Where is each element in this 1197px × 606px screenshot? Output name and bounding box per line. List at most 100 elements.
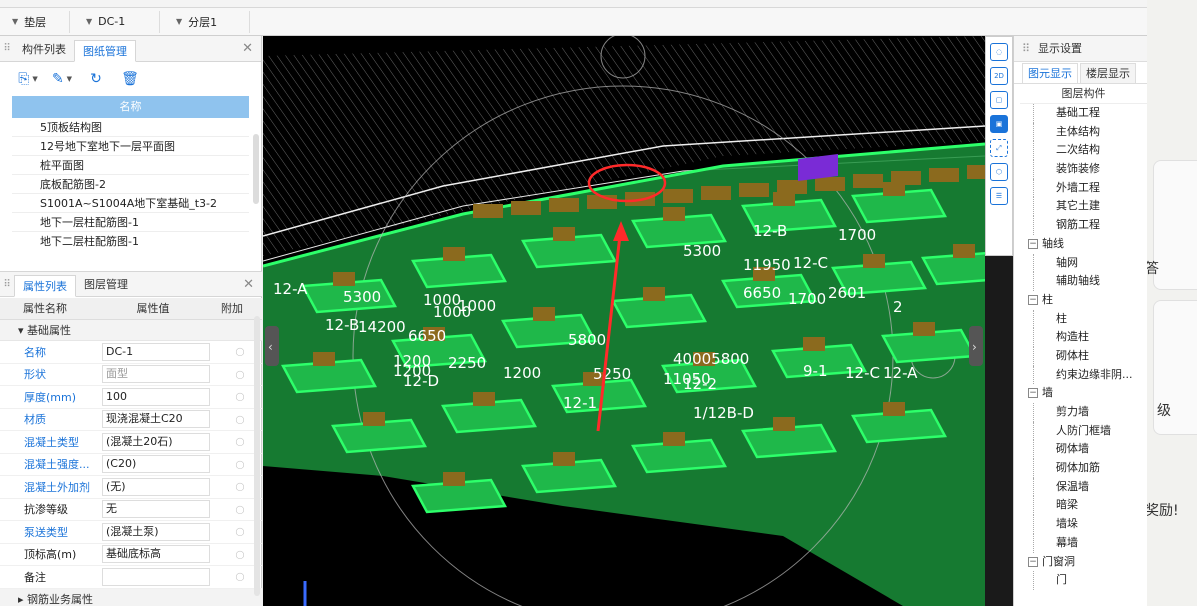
tab-drawing-management[interactable]: 图纸管理 <box>74 40 136 62</box>
attach-checkbox[interactable]: ◯ <box>224 392 256 401</box>
tree-item[interactable]: 外墙工程 <box>1020 178 1147 198</box>
list-item[interactable]: 地下二层柱配筋图-1 <box>12 232 249 248</box>
tree-item[interactable]: 基础工程 <box>1020 104 1147 123</box>
delete-drawing-button[interactable]: 🗑 <box>118 68 142 90</box>
collapse-icon[interactable]: − <box>1028 238 1038 249</box>
tree-group[interactable]: − 轴线 <box>1020 235 1147 254</box>
attach-checkbox[interactable]: ◯ <box>224 550 256 559</box>
tab-layer-management[interactable]: 图层管理 <box>76 274 136 296</box>
property-row[interactable]: 形状 面型 ◯ <box>0 364 262 386</box>
tree-item[interactable]: 轴网 <box>1020 253 1147 273</box>
property-group-basic[interactable]: ▾ 基础属性 <box>0 320 262 341</box>
tree-item[interactable]: 墙垛 <box>1020 515 1147 534</box>
component-type-select[interactable]: ▼ 垫层 <box>0 10 70 33</box>
tab-component-list[interactable]: 构件列表 <box>14 39 74 61</box>
tree-item[interactable]: 其它土建 <box>1020 197 1147 216</box>
tree-item[interactable]: 砌体柱 <box>1020 346 1147 366</box>
2d-view-icon[interactable]: 2D <box>990 67 1008 85</box>
tree-group[interactable]: − 柱 <box>1020 291 1147 310</box>
tab-element-display[interactable]: 图元显示 <box>1022 63 1078 83</box>
property-value-field[interactable]: (C20) <box>102 455 210 474</box>
add-drawing-button[interactable]: ⎘ ▼ <box>16 68 40 90</box>
property-row[interactable]: 厚度(mm) 100 ◯ <box>0 386 262 409</box>
property-row[interactable]: 备注 ◯ <box>0 566 262 589</box>
fullscreen-icon[interactable]: ⤢ <box>990 139 1008 157</box>
property-row[interactable]: 混凝土类型 (混凝土20石) ◯ <box>0 431 262 454</box>
attach-checkbox[interactable]: ◯ <box>224 572 256 581</box>
attach-checkbox[interactable]: ◯ <box>224 482 256 491</box>
drag-grip-icon[interactable]: ⠿ <box>1022 36 1030 62</box>
settings-doc-icon[interactable]: ☰ <box>990 187 1008 205</box>
attach-checkbox[interactable]: ◯ <box>224 370 256 379</box>
component-name-select[interactable]: ▼ DC-1 <box>70 10 160 33</box>
property-value-field[interactable]: (混凝土泵) <box>102 522 210 541</box>
tree-item[interactable]: 柱 <box>1020 309 1147 329</box>
property-value-field[interactable]: 100 <box>102 387 210 406</box>
tree-item[interactable]: 砌体墙 <box>1020 440 1147 459</box>
cube-view-icon[interactable]: ▣ <box>990 115 1008 133</box>
orbit-icon[interactable]: ◌ <box>990 43 1008 61</box>
attach-checkbox[interactable]: ◯ <box>224 460 256 469</box>
property-value-field[interactable]: 面型 <box>102 365 210 384</box>
3d-box-icon[interactable]: ▢ <box>990 91 1008 109</box>
attach-checkbox[interactable]: ◯ <box>224 527 256 536</box>
property-row[interactable]: 名称 DC-1 ◯ <box>0 341 262 364</box>
collapse-icon[interactable]: − <box>1028 294 1038 305</box>
tree-item[interactable]: 辅助轴线 <box>1020 272 1147 291</box>
tree-item[interactable]: 构造柱 <box>1020 328 1147 347</box>
collapse-icon[interactable]: − <box>1028 556 1038 567</box>
replace-drawing-button[interactable]: ↻ <box>84 68 108 90</box>
tree-group[interactable]: − 墙 <box>1020 384 1147 403</box>
tree-item[interactable]: 主体结构 <box>1020 122 1147 142</box>
property-value-field[interactable]: (无) <box>102 477 210 496</box>
property-row[interactable]: 混凝土外加剂 (无) ◯ <box>0 476 262 499</box>
tree-item[interactable]: 暗梁 <box>1020 496 1147 515</box>
drag-grip-icon[interactable]: ⠿ <box>0 272 14 296</box>
tree-item[interactable]: 保温墙 <box>1020 477 1147 497</box>
property-row[interactable]: 混凝土强度... (C20) ◯ <box>0 454 262 476</box>
tree-item[interactable]: 二次结构 <box>1020 141 1147 160</box>
property-scrollbar[interactable] <box>254 316 260 596</box>
property-row[interactable]: 材质 现浇混凝土C20 ◯ <box>0 409 262 431</box>
edit-drawing-button[interactable]: ✎ ▼ <box>50 68 74 90</box>
list-item[interactable]: S1001A~S1004A地下室基础_t3-2 <box>12 194 249 213</box>
list-item[interactable]: 5顶板结构图 <box>12 118 249 137</box>
property-row[interactable]: 顶标高(m) 基础底标高 ◯ <box>0 544 262 566</box>
tree-item[interactable]: 装饰装修 <box>1020 160 1147 179</box>
property-value-field[interactable]: (混凝土20石) <box>102 432 210 451</box>
list-item[interactable]: 底板配筋图-2 <box>12 175 249 194</box>
close-icon[interactable]: ✕ <box>243 277 254 292</box>
tree-item[interactable]: 人防门框墙 <box>1020 421 1147 441</box>
tree-item[interactable]: 幕墙 <box>1020 533 1147 553</box>
layer-select[interactable]: ▼ 分层1 <box>160 10 250 33</box>
property-row[interactable]: 泵送类型 (混凝土泵) ◯ <box>0 521 262 544</box>
list-item[interactable]: 地下一层柱配筋图-1 <box>12 213 249 232</box>
tree-item[interactable]: 门 <box>1020 571 1147 590</box>
property-row[interactable]: 抗渗等级 无 ◯ <box>0 499 262 521</box>
list-item[interactable]: 12号地下室地下一层平面图 <box>12 137 249 156</box>
attach-checkbox[interactable]: ◯ <box>224 437 256 446</box>
tab-floor-display[interactable]: 楼层显示 <box>1080 63 1136 83</box>
tree-item[interactable]: 剪力墙 <box>1020 403 1147 422</box>
property-value-field[interactable]: 无 <box>102 500 210 519</box>
drawing-list-scrollbar[interactable] <box>253 134 259 204</box>
drag-grip-icon[interactable]: ⠿ <box>0 36 14 61</box>
collapse-icon[interactable]: − <box>1028 388 1038 399</box>
tree-item[interactable]: 约束边缘非阴... <box>1020 365 1147 385</box>
tree-item[interactable]: 砌体加筋 <box>1020 459 1147 478</box>
property-value-field[interactable]: 基础底标高 <box>102 545 210 564</box>
property-value-field[interactable] <box>102 567 210 586</box>
list-item[interactable]: 桩平面图 <box>12 156 249 175</box>
attach-checkbox[interactable]: ◯ <box>224 347 256 356</box>
attach-checkbox[interactable]: ◯ <box>224 505 256 514</box>
property-value-field[interactable]: DC-1 <box>102 342 210 361</box>
viewport-canvas[interactable]: 12-A12-B12-C12-D12-112-212-A12-B12-C9-11… <box>263 36 985 606</box>
attach-checkbox[interactable]: ◯ <box>224 415 256 424</box>
tree-item[interactable]: 钢筋工程 <box>1020 216 1147 235</box>
component-view-icon[interactable]: ⬡ <box>990 163 1008 181</box>
property-group-rebar[interactable]: ▸ 钢筋业务属性 <box>0 588 262 606</box>
close-icon[interactable]: ✕ <box>242 41 253 56</box>
3d-viewport[interactable]: 12-A 12-B 12-C 12-D 12-1 12-2 12-A 12-B 12-C 9-1 1… <box>263 36 985 606</box>
property-value-field[interactable]: 现浇混凝土C20 <box>102 410 210 429</box>
tree-group[interactable]: − 门窗洞 <box>1020 553 1147 572</box>
